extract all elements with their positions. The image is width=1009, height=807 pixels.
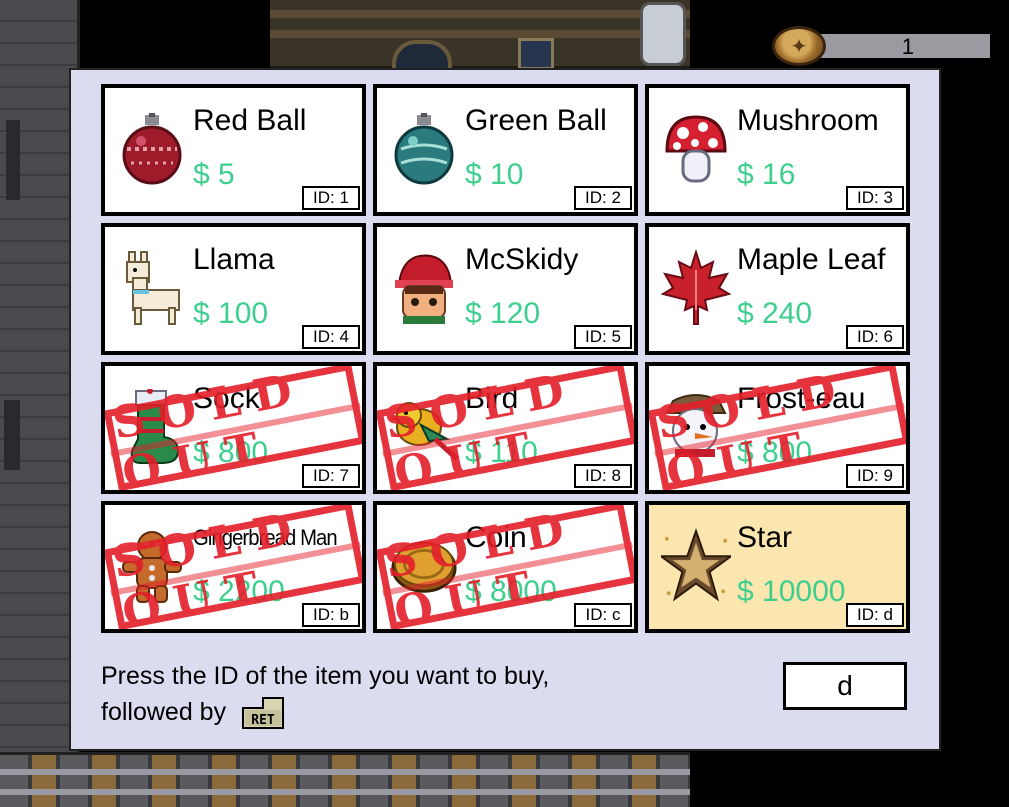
coin-item-icon bbox=[389, 527, 459, 605]
item-price: $ 100 bbox=[193, 297, 269, 330]
mushroom-icon bbox=[661, 110, 731, 188]
return-key-label: RET bbox=[251, 713, 275, 728]
shop-item-llama[interactable]: Llama $ 100 ID: 4 bbox=[101, 223, 366, 355]
item-price: $ 2200 bbox=[193, 575, 285, 608]
shop-item-red-ball[interactable]: Red Ball $ 5 ID: 1 bbox=[101, 84, 366, 216]
building-facade bbox=[270, 0, 690, 80]
item-id-badge: ID: 4 bbox=[302, 325, 360, 349]
item-price: $ 800 bbox=[737, 436, 813, 469]
item-name: McSkidy bbox=[465, 243, 579, 276]
item-name: Green Ball bbox=[465, 104, 607, 137]
item-price: $ 240 bbox=[737, 297, 813, 330]
elf-icon bbox=[389, 249, 459, 327]
item-id-badge: ID: b bbox=[302, 603, 360, 627]
shop-item-mcskidy[interactable]: McSkidy $ 120 ID: 5 bbox=[373, 223, 638, 355]
gingerbread-icon bbox=[117, 527, 187, 605]
item-id-badge: ID: 5 bbox=[574, 325, 632, 349]
item-id-badge: ID: 6 bbox=[846, 325, 904, 349]
shop-item-bird[interactable]: Bird $ 110 ID: 8 SOLD OUT bbox=[373, 362, 638, 494]
item-price: $ 800 bbox=[193, 436, 269, 469]
return-key-icon: RET bbox=[241, 696, 285, 730]
item-name: Star bbox=[737, 521, 793, 554]
item-id-badge: ID: 1 bbox=[302, 186, 360, 210]
item-id-badge: ID: d bbox=[846, 603, 904, 627]
buy-instructions: Press the ID of the item you want to buy… bbox=[101, 658, 549, 730]
item-price: $ 10 bbox=[465, 158, 524, 191]
shop-item-coin[interactable]: Coin $ 8000 ID: c SOLD OUT bbox=[373, 501, 638, 633]
shop-item-maple-leaf[interactable]: Maple Leaf $ 240 ID: 6 bbox=[645, 223, 910, 355]
item-name: Mushroom bbox=[737, 104, 879, 137]
shop-item-mushroom[interactable]: Mushroom $ 16 ID: 3 bbox=[645, 84, 910, 216]
instruction-line-1: Press the ID of the item you want to buy… bbox=[101, 662, 550, 690]
green-ornament-icon bbox=[389, 110, 459, 188]
star-icon bbox=[661, 527, 731, 605]
shop-grid: Red Ball $ 5 ID: 1 Green Ball $ 10 ID: 2 Mus… bbox=[101, 84, 910, 633]
shop-item-star[interactable]: Star $ 10000 ID: d bbox=[645, 501, 910, 633]
sock-icon bbox=[117, 388, 187, 466]
item-id-badge: ID: 7 bbox=[302, 464, 360, 488]
item-name: Llama bbox=[193, 243, 275, 276]
shop-panel: Red Ball $ 5 ID: 1 Green Ball $ 10 ID: 2 Mus… bbox=[69, 68, 941, 751]
shop-item-green-ball[interactable]: Green Ball $ 10 ID: 2 bbox=[373, 84, 638, 216]
llama-icon bbox=[117, 249, 187, 327]
floor-rail bbox=[0, 752, 690, 807]
coin-counter: 1 ✦ bbox=[772, 26, 990, 66]
shop-item-gingerbread-man[interactable]: Gingerbread Man $ 2200 ID: b SOLD OUT bbox=[101, 501, 366, 633]
item-id-badge: ID: 2 bbox=[574, 186, 632, 210]
item-price: $ 5 bbox=[193, 158, 235, 191]
bird-icon bbox=[389, 388, 459, 466]
item-name: Sock bbox=[193, 382, 260, 415]
item-price: $ 120 bbox=[465, 297, 541, 330]
item-name: Gingerbread Man bbox=[193, 525, 338, 550]
item-id-badge: ID: 3 bbox=[846, 186, 904, 210]
shop-item-frost-eau[interactable]: Frost-eau $ 800 ID: 9 SOLD OUT bbox=[645, 362, 910, 494]
item-id-badge: ID: 9 bbox=[846, 464, 904, 488]
item-price: $ 10000 bbox=[737, 575, 846, 608]
coin-count: 1 bbox=[820, 34, 990, 59]
maple-leaf-icon bbox=[661, 249, 731, 327]
item-name: Bird bbox=[465, 382, 519, 415]
shop-item-sock[interactable]: Sock $ 800 ID: 7 SOLD OUT bbox=[101, 362, 366, 494]
item-name: Frost-eau bbox=[737, 382, 866, 415]
item-price: $ 16 bbox=[737, 158, 796, 191]
lantern bbox=[640, 2, 686, 66]
item-price: $ 110 bbox=[465, 436, 538, 469]
red-ornament-icon bbox=[117, 110, 187, 188]
coin-icon: ✦ bbox=[772, 26, 826, 66]
item-id-badge: ID: 8 bbox=[574, 464, 632, 488]
item-name: Red Ball bbox=[193, 104, 307, 137]
item-id-input[interactable]: d bbox=[783, 662, 907, 710]
item-name: Maple Leaf bbox=[737, 243, 886, 276]
instruction-line-2: followed by bbox=[101, 698, 227, 726]
item-price: $ 8000 bbox=[465, 575, 557, 608]
stone-wall bbox=[0, 0, 80, 807]
item-name: Coin bbox=[465, 521, 527, 554]
snowman-icon bbox=[661, 388, 731, 466]
item-id-badge: ID: c bbox=[574, 603, 632, 627]
window bbox=[518, 38, 554, 70]
